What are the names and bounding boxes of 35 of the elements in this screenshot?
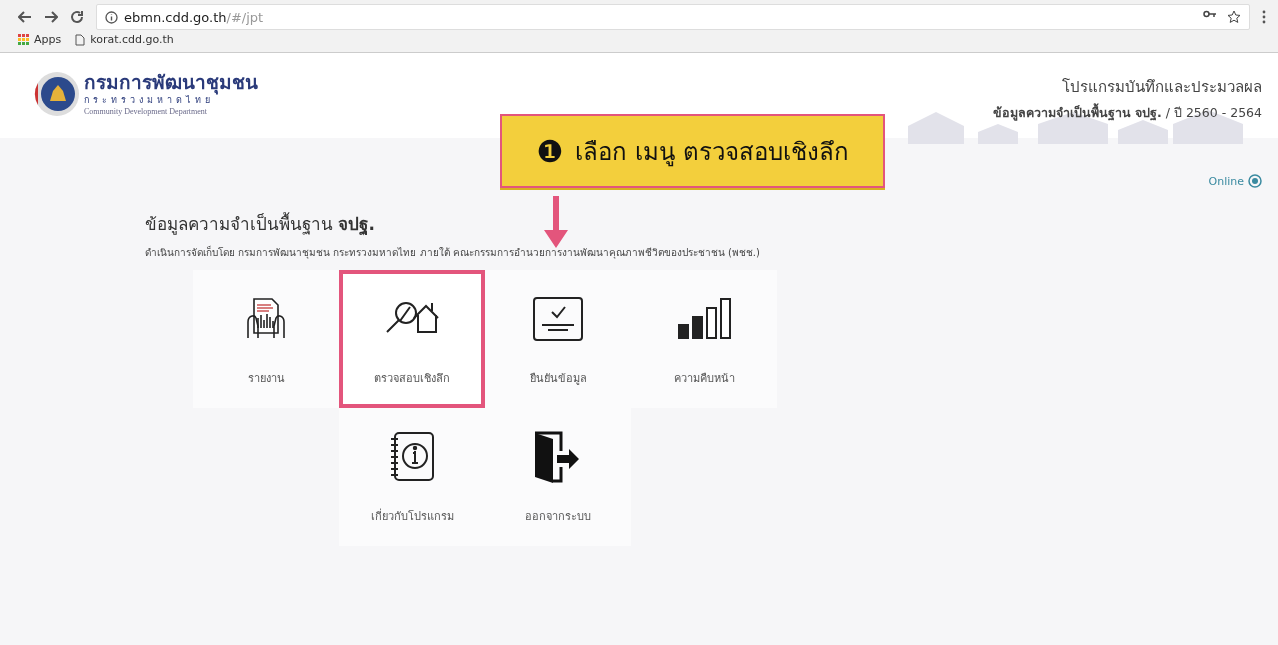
star-icon[interactable] [1227,10,1241,24]
menu-tile[interactable]: รายงาน [193,270,339,408]
page-description: ดำเนินการจัดเก็บโดย กรมการพัฒนาชุมชน กระทรวงมหาดไทย ภายใต้ คณะกรรมการอำนวยการงานพัฒนาคุณภาพชีวิตของประชาชน (พชช.) [145,245,761,260]
program-subtitle: ข้อมูลความจำเป็นพื้นฐาน จปฐ. / ปี 2560 - 2564 [992,103,1262,123]
step-number: ❶ [536,133,564,169]
address-bar[interactable]: ebmn.cdd.go.th/#/jpt [96,4,1250,30]
apps-grid-icon [18,34,29,45]
ministry-name: กระทรวงมหาดไทย [84,94,214,107]
info-notebook-icon [389,431,435,483]
menu-tile[interactable]: ตรวจสอบเชิงลึก [339,270,485,408]
menu-tile[interactable]: ความคืบหน้า [631,270,777,408]
forward-icon[interactable] [44,11,58,23]
reload-icon[interactable] [70,10,84,24]
checked-form-icon [532,296,584,342]
emblem-logo-icon [34,71,80,117]
callout-text: เลือก เมนู ตรวจสอบเชิงลึก [575,136,849,169]
pointer-arrow [544,196,568,248]
page-icon [75,33,86,46]
menu-icon[interactable] [1262,10,1266,24]
url-text: ebmn.cdd.go.th/#/jpt [124,9,264,25]
org-name: กรมการพัฒนาชุมชน [84,72,258,93]
menu-tile[interactable]: ยืนยันข้อมูล [485,270,631,408]
page-title: ข้อมูลความจำเป็นพื้นฐาน จปฐ. [145,211,375,237]
program-title: โปรแกรมบันทึกและประมวลผล [1062,77,1262,98]
bookmark-link[interactable]: Apps [34,33,62,46]
menu-tile[interactable]: เกี่ยวกับโปรแกรม [339,408,485,546]
back-icon[interactable] [18,11,32,23]
bar-chart-icon [676,297,732,341]
org-name-english: Community Development Department [84,106,209,116]
info-icon [105,10,118,24]
status-text: Online [1208,174,1244,188]
key-icon[interactable] [1203,10,1217,18]
online-status-icon [1248,174,1262,188]
bookmark-link[interactable]: korat.cdd.go.th [90,33,174,46]
menu-tile[interactable]: ออกจากระบบ [485,408,631,546]
